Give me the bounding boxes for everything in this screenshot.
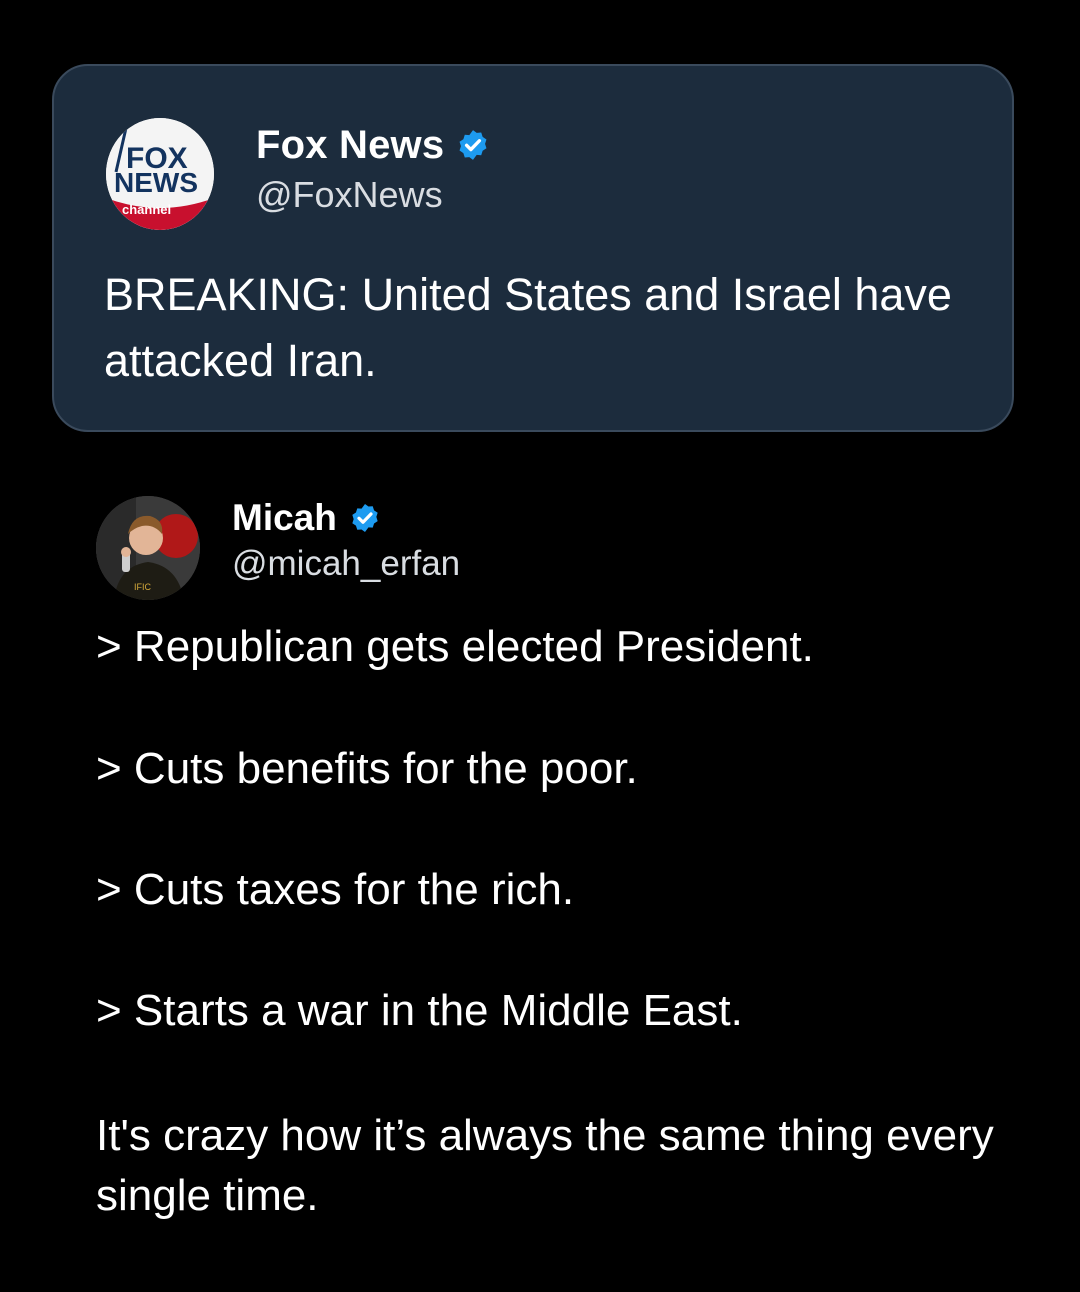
fox-news-logo-icon: FOX NEWS channel — [106, 118, 214, 230]
verified-badge-icon — [456, 128, 490, 162]
logo-line2: NEWS — [114, 167, 198, 198]
logo-line3: channel — [122, 202, 171, 217]
svg-text:IFIC: IFIC — [134, 582, 151, 592]
quoted-tweet-card[interactable]: FOX NEWS channel Fox News @FoxNews BREAK… — [52, 64, 1014, 432]
tweet-line: > Cuts benefits for the poor. — [96, 744, 638, 793]
author-handle[interactable]: @micah_erfan — [232, 544, 460, 584]
tweet-line: > Starts a war in the Middle East. — [96, 986, 743, 1035]
quoted-author-row[interactable]: Fox News — [256, 122, 490, 168]
user-avatar-icon: IFIC — [96, 496, 200, 600]
tweet-closing-text: It's crazy how it’s always the same thin… — [96, 1111, 994, 1220]
avatar[interactable]: IFIC — [96, 496, 200, 600]
fox-news-logo-avatar[interactable]: FOX NEWS channel — [106, 118, 214, 230]
quoted-tweet-text: BREAKING: United States and Israel have … — [104, 269, 952, 386]
quoted-author-handle[interactable]: @FoxNews — [256, 174, 443, 216]
verified-badge-icon — [349, 502, 381, 534]
author-name[interactable]: Micah — [232, 497, 337, 539]
author-row[interactable]: Micah — [232, 496, 381, 540]
tweet-line: > Cuts taxes for the rich. — [96, 865, 575, 914]
quoted-author-name[interactable]: Fox News — [256, 123, 444, 168]
tweet-line: > Republican gets elected President. — [96, 622, 814, 671]
